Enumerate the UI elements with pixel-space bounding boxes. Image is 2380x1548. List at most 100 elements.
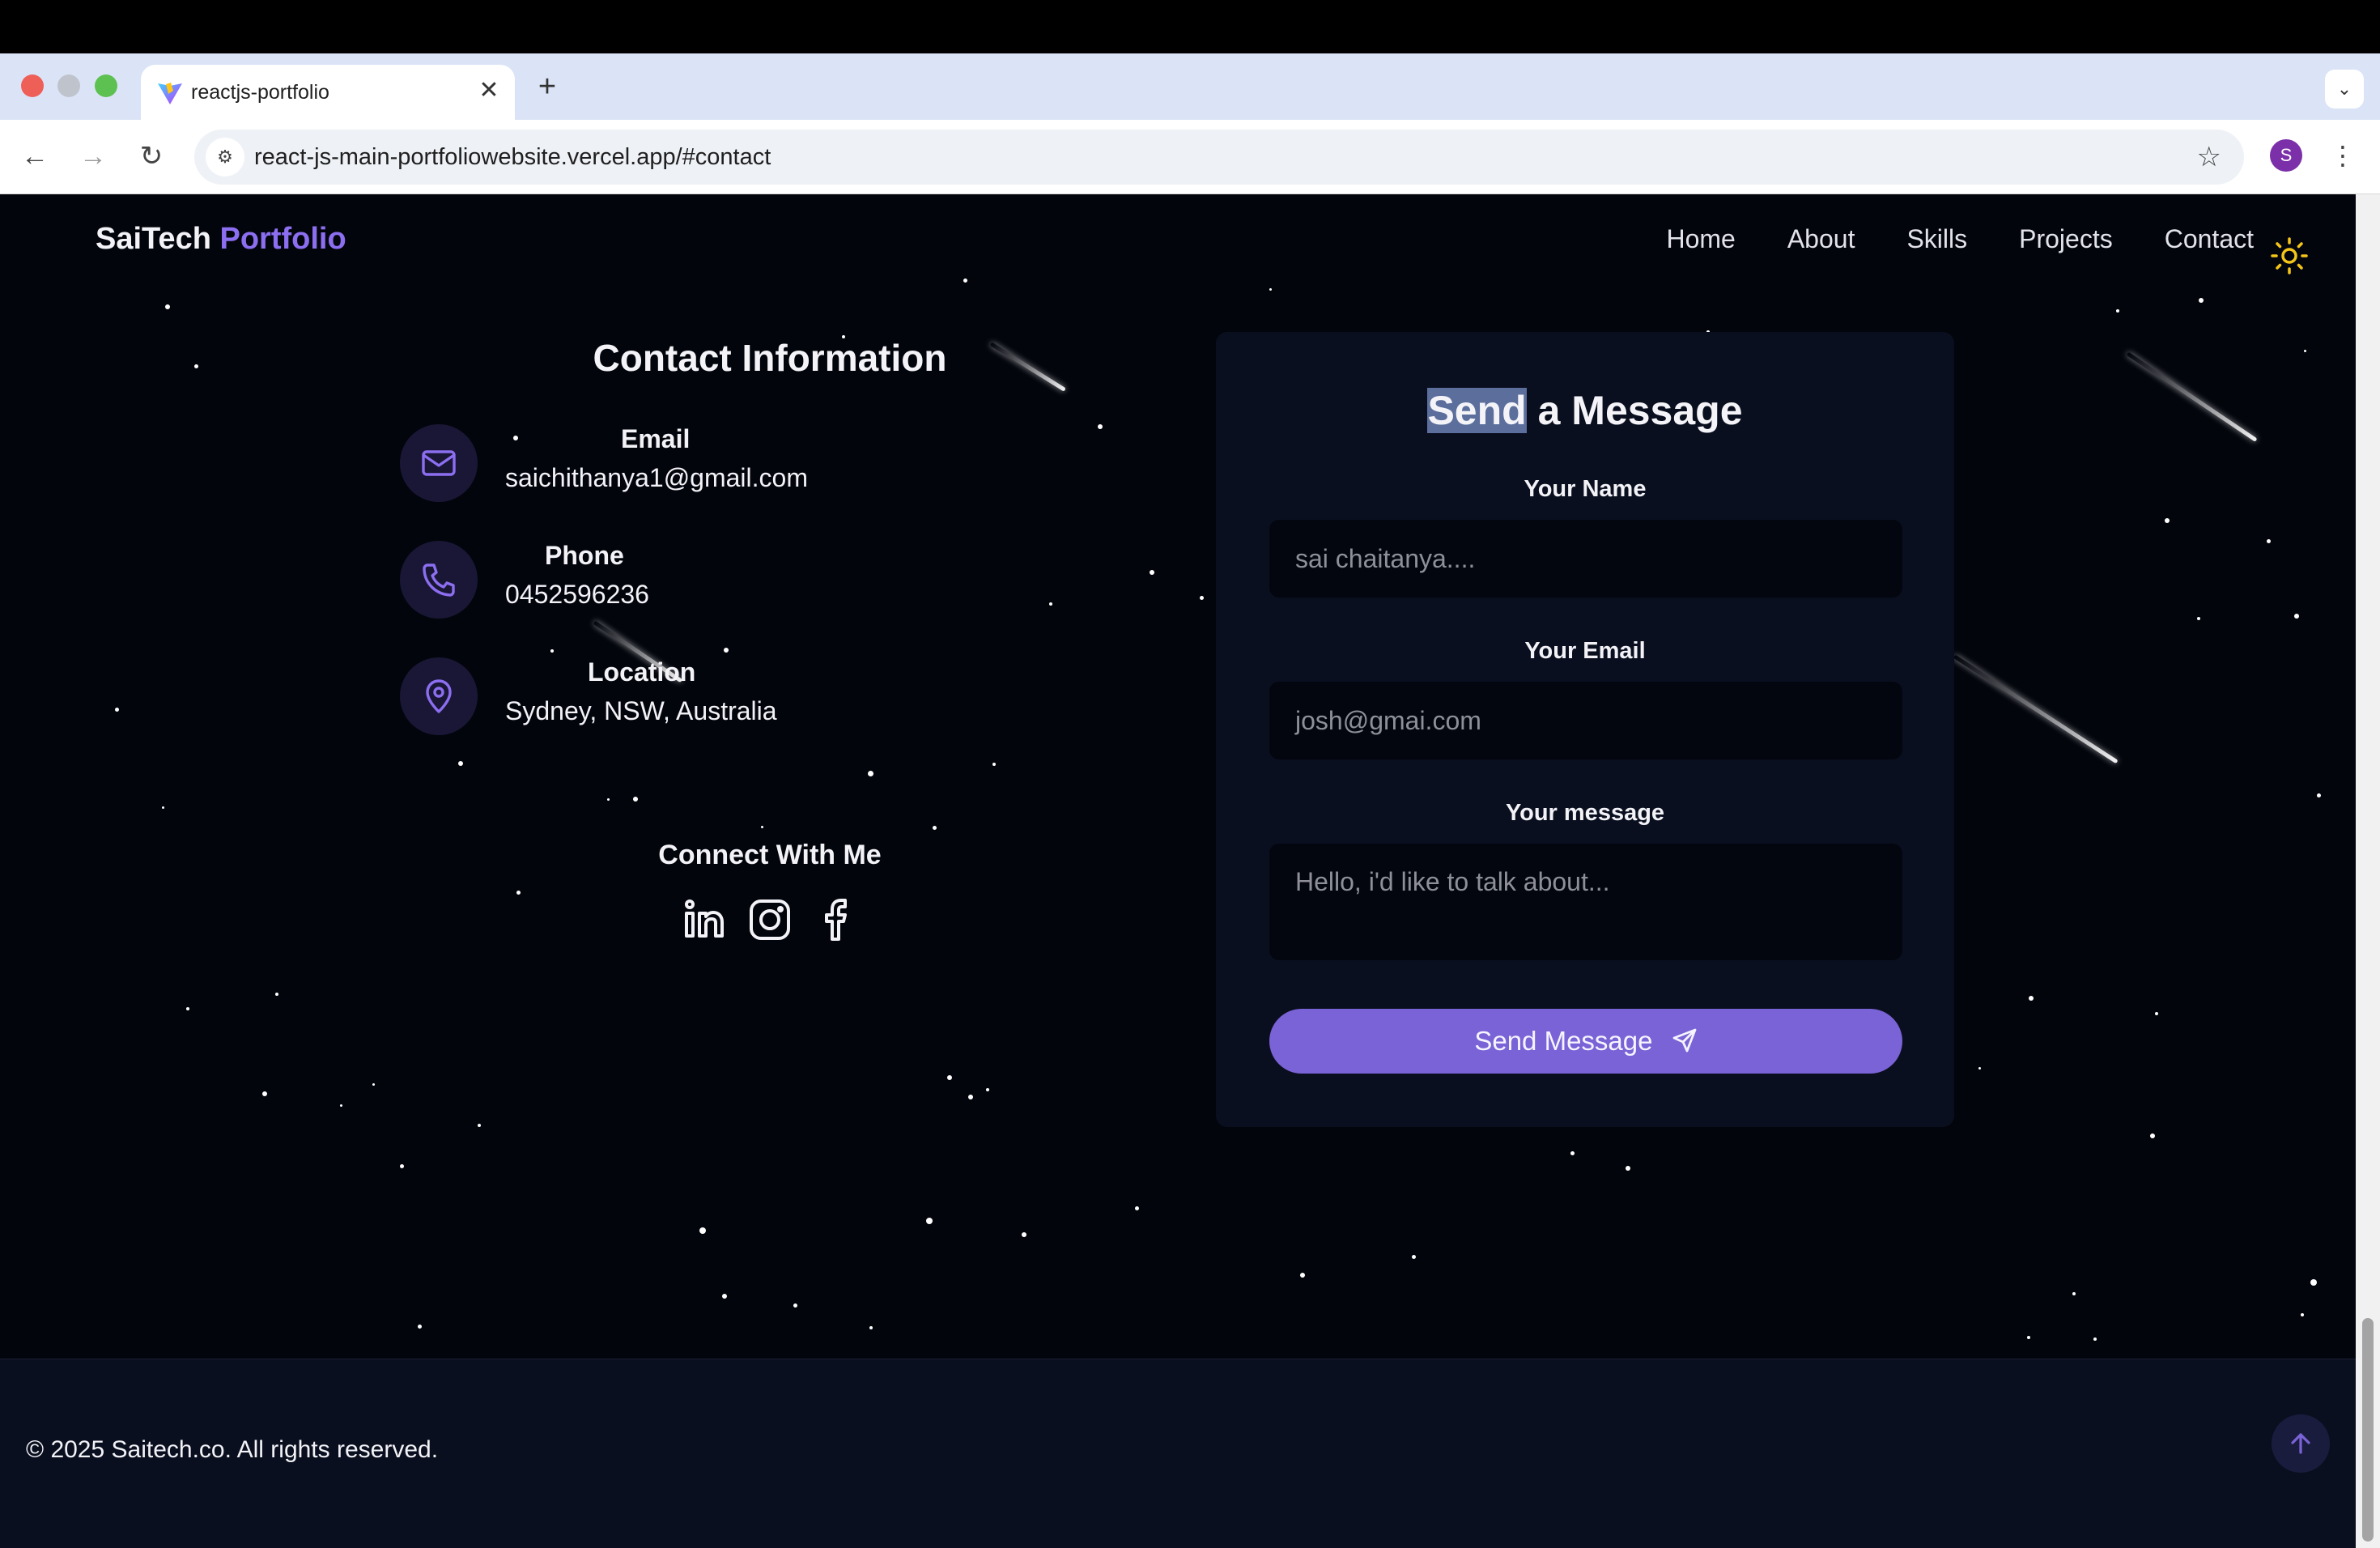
star-dot	[607, 798, 610, 801]
star-dot	[478, 1124, 481, 1127]
star-dot	[986, 1088, 989, 1091]
profile-avatar[interactable]: S	[2270, 139, 2302, 172]
form-title: Send a Message	[1216, 385, 1954, 436]
star-dot	[2197, 617, 2200, 620]
connect-title: Connect With Me	[658, 840, 882, 870]
page-viewport: SaiTech Portfolio Home About Skills Proj…	[0, 194, 2356, 1548]
nav-link-about[interactable]: About	[1787, 219, 1855, 259]
linkedin-icon[interactable]	[682, 897, 727, 942]
back-arrow-icon[interactable]: ←	[16, 138, 53, 175]
star-dot	[722, 1294, 727, 1299]
email-label: Email	[621, 424, 691, 453]
bookmark-star-icon[interactable]: ☆	[2197, 141, 2221, 173]
star-dot	[1200, 596, 1204, 600]
page-scrollbar[interactable]	[2356, 194, 2380, 1548]
star-dot	[372, 1083, 375, 1086]
nav-link-home[interactable]: Home	[1666, 219, 1735, 259]
send-icon	[1672, 1028, 1697, 1053]
message-label: Your message	[1505, 800, 1665, 826]
nav-link-projects[interactable]: Projects	[2019, 219, 2113, 259]
star-dot	[2027, 1336, 2030, 1339]
nav-link-contact[interactable]: Contact	[2165, 219, 2254, 259]
brand-accent: Portfolio	[219, 222, 346, 256]
email-input[interactable]: josh@gmai.com	[1269, 682, 1902, 759]
location-value: Sydney, NSW, Australia	[505, 696, 777, 725]
main-nav: Home About Skills Projects Contact	[1614, 219, 2254, 259]
brand-logo[interactable]: SaiTech Portfolio	[96, 219, 346, 259]
star-dot	[699, 1227, 706, 1234]
star-dot	[2165, 518, 2170, 523]
star-dot	[2304, 350, 2306, 352]
send-message-button[interactable]: Send Message	[1269, 1009, 1902, 1074]
window-close-button[interactable]	[21, 74, 44, 97]
star-dot	[1978, 1067, 1981, 1070]
window-zoom-button[interactable]	[95, 74, 117, 97]
star-dot	[869, 1326, 873, 1329]
mail-icon	[400, 424, 478, 502]
site-settings-icon[interactable]: ⚙	[206, 138, 244, 176]
tab-search-chevron-icon[interactable]: ⌄	[2325, 70, 2364, 108]
shooting-star	[1953, 654, 2119, 764]
star-dot	[2294, 614, 2299, 619]
scrollbar-thumb[interactable]	[2362, 1318, 2374, 1542]
star-dot	[1135, 1206, 1139, 1210]
star-dot	[458, 761, 463, 766]
phone-value[interactable]: 0452596236	[505, 576, 649, 612]
forward-arrow-icon[interactable]: →	[74, 138, 112, 175]
window-minimize-button[interactable]	[57, 74, 80, 97]
star-dot	[947, 1075, 952, 1080]
message-textarea[interactable]: Hello, i'd like to talk about...	[1269, 844, 1902, 960]
star-dot	[1269, 288, 1272, 291]
star-dot	[550, 649, 554, 653]
site-footer: © 2025 Saitech.co. All rights reserved.	[0, 1359, 2356, 1548]
star-dot	[2155, 1012, 2158, 1015]
arrow-up-icon	[2291, 1433, 2310, 1454]
brand-name: SaiTech	[96, 222, 211, 256]
star-dot	[968, 1095, 973, 1099]
star-dot	[2310, 1279, 2317, 1286]
tab-title: reactjs-portfolio	[191, 81, 329, 104]
email-value[interactable]: saichithanya1@gmail.com	[505, 460, 808, 495]
star-dot	[1150, 570, 1154, 575]
scroll-to-top-button[interactable]	[2272, 1414, 2330, 1473]
copyright-text: © 2025 Saitech.co. All rights reserved.	[26, 1436, 439, 1463]
star-dot	[2301, 1313, 2304, 1316]
contact-item-location: Location Sydney, NSW, Australia	[400, 657, 967, 738]
browser-menu-icon[interactable]: ⋮	[2330, 138, 2356, 173]
star-dot	[761, 826, 763, 828]
browser-toolbar: ← → ↻ ⚙ react-js-main-portfoliowebsite.v…	[0, 120, 2380, 194]
new-tab-button[interactable]: +	[529, 70, 565, 105]
map-pin-icon	[400, 657, 478, 735]
star-dot	[933, 826, 937, 830]
sun-icon[interactable]	[2270, 236, 2309, 275]
nav-link-skills[interactable]: Skills	[1906, 219, 1967, 259]
star-dot	[2199, 298, 2204, 303]
star-dot	[1570, 1151, 1575, 1155]
name-input[interactable]: sai chaitanya....	[1269, 520, 1902, 598]
address-bar[interactable]: ⚙ react-js-main-portfoliowebsite.vercel.…	[194, 130, 2244, 185]
star-dot	[2267, 539, 2271, 543]
facebook-icon[interactable]	[813, 897, 858, 942]
email-field-label: Your Email	[1524, 638, 1646, 664]
reload-icon[interactable]: ↻	[133, 138, 170, 175]
star-dot	[1049, 602, 1052, 606]
star-dot	[400, 1164, 404, 1168]
star-dot	[926, 1218, 933, 1224]
contact-item-email: Email saichithanya1@gmail.com	[400, 424, 967, 505]
os-top-bar	[0, 0, 2380, 53]
shooting-star	[2126, 351, 2258, 442]
star-dot	[1412, 1255, 1416, 1259]
star-dot	[2029, 996, 2034, 1001]
star-dot	[275, 993, 278, 996]
browser-tab-active[interactable]: reactjs-portfolio ✕	[141, 65, 515, 120]
star-dot	[516, 891, 521, 895]
star-dot	[2093, 1337, 2097, 1341]
star-dot	[2317, 793, 2321, 797]
tab-close-icon[interactable]: ✕	[474, 76, 504, 105]
star-dot	[194, 364, 198, 368]
star-dot	[1098, 424, 1103, 429]
url-text[interactable]: react-js-main-portfoliowebsite.vercel.ap…	[254, 142, 771, 172]
instagram-icon[interactable]	[747, 897, 793, 942]
star-dot	[963, 279, 967, 283]
star-dot	[1022, 1232, 1026, 1237]
